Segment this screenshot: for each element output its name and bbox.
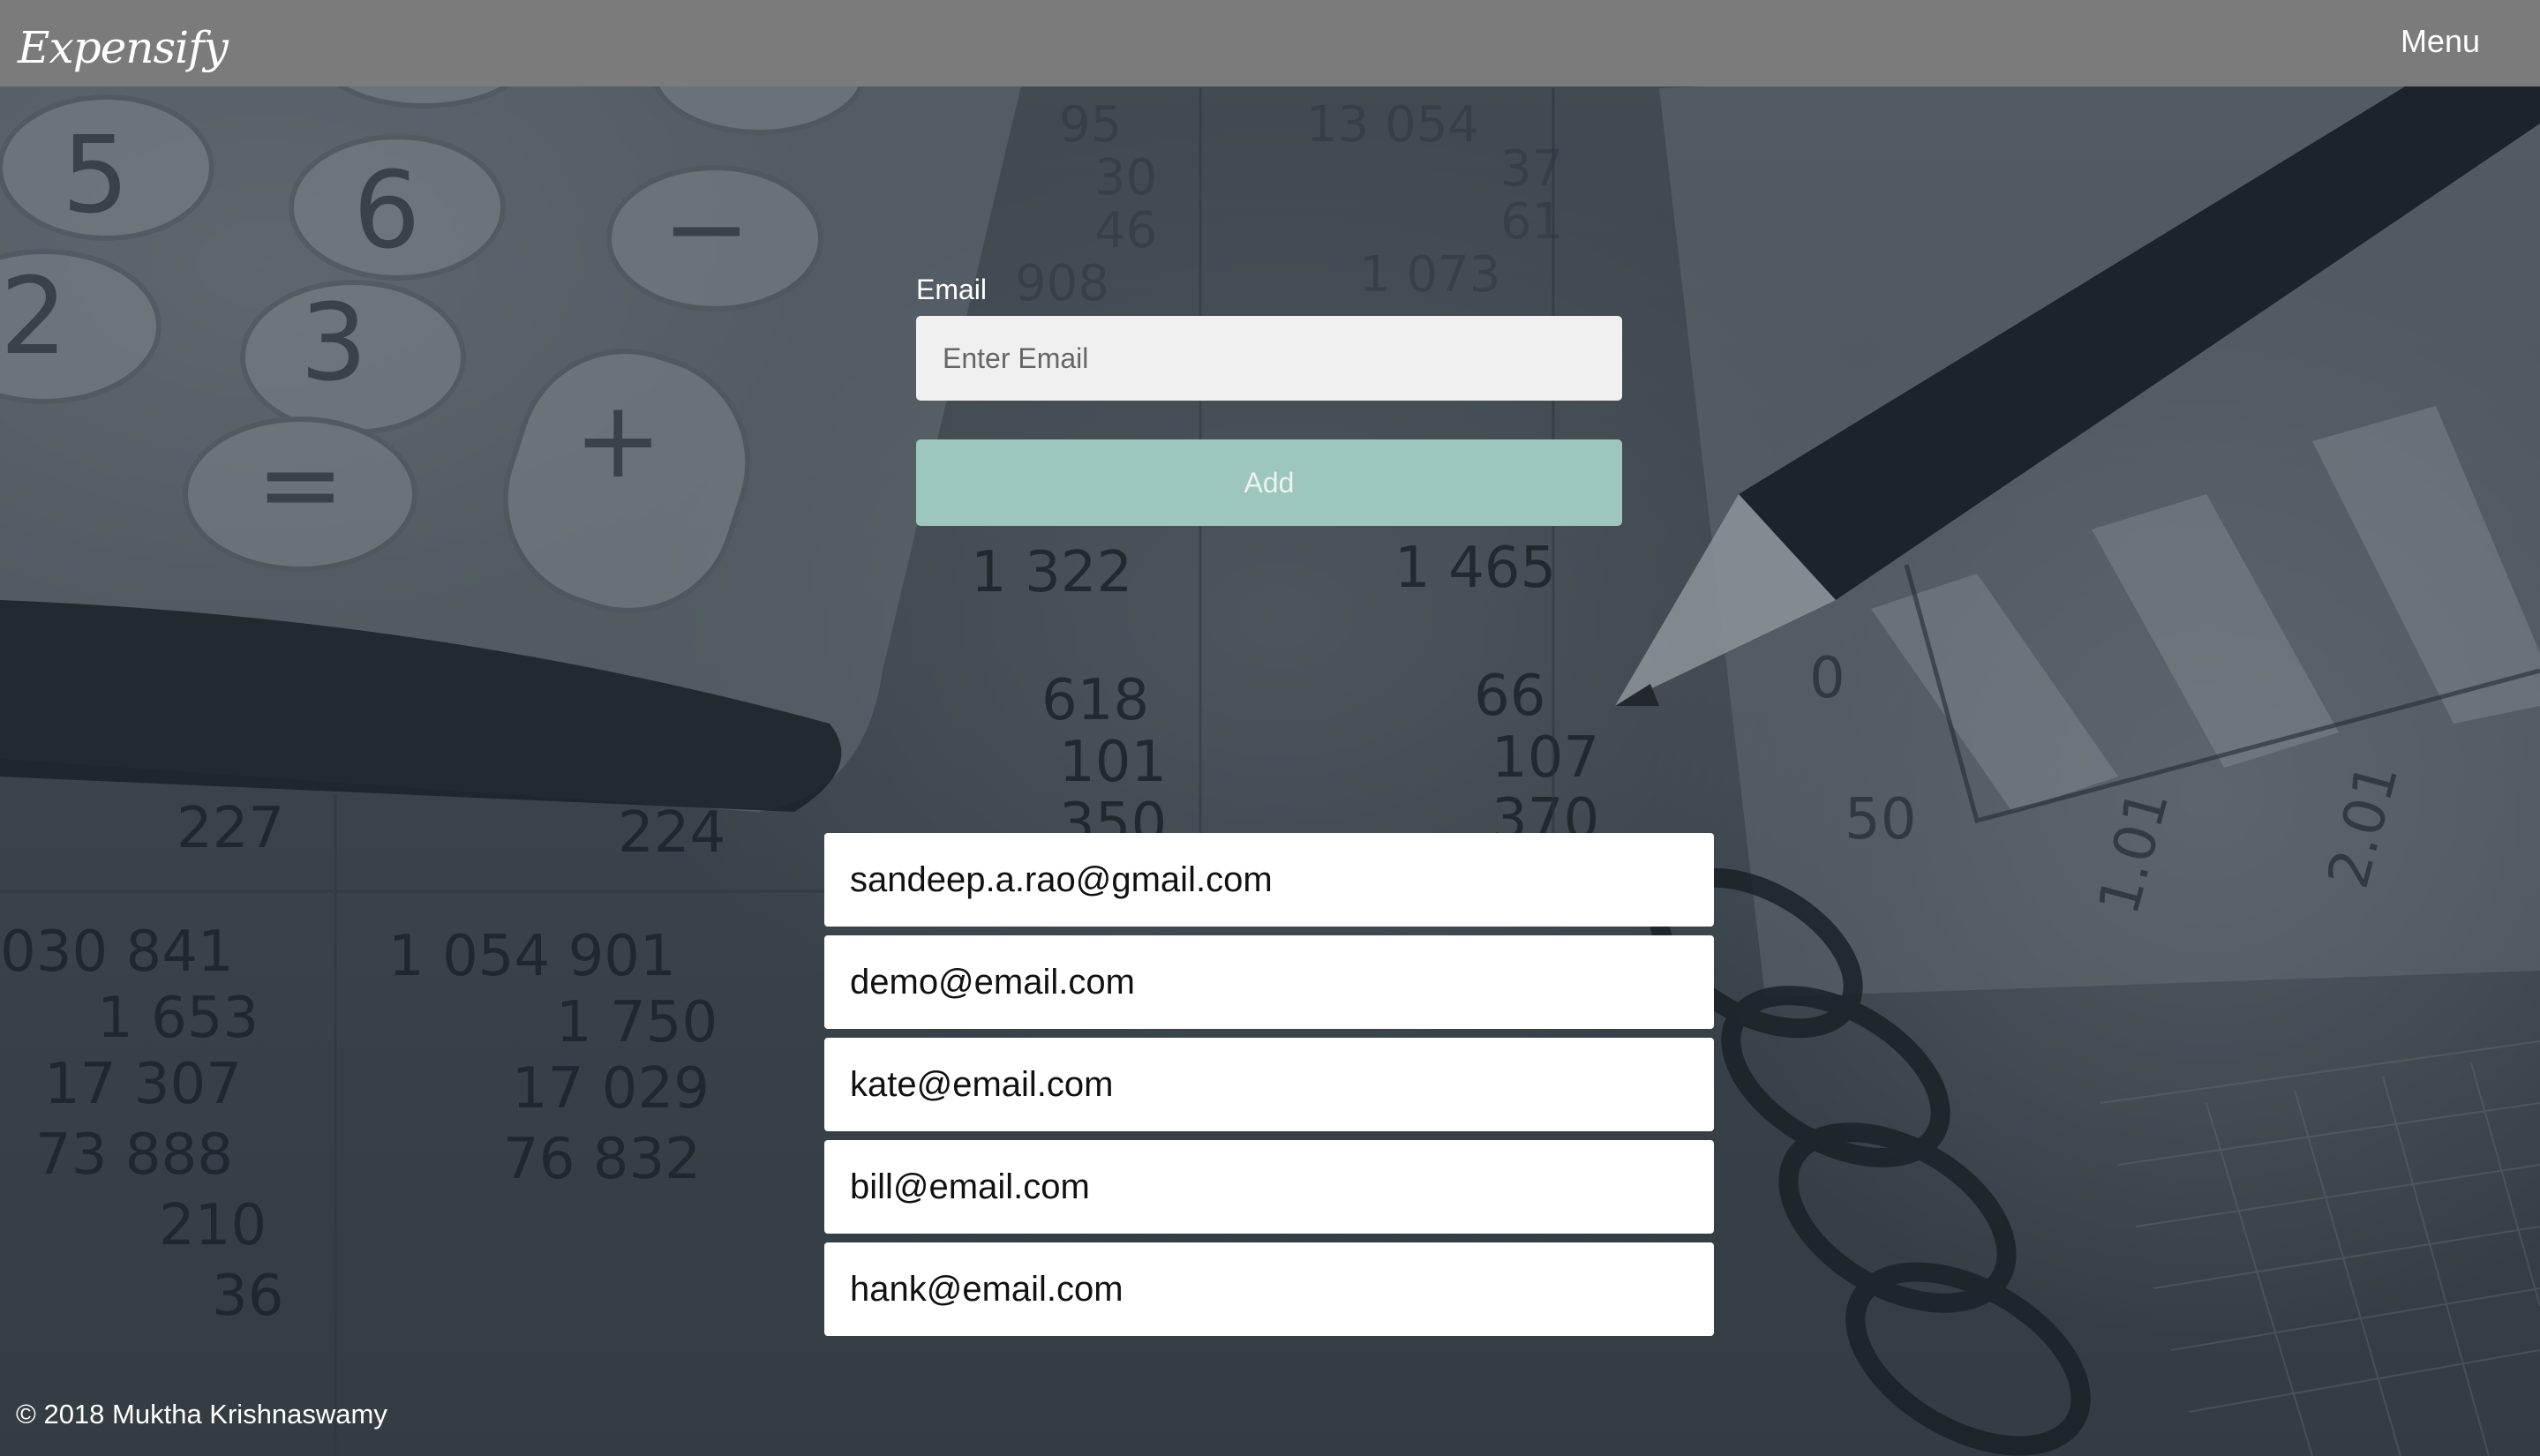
email-list-item[interactable]: hank@email.com (824, 1242, 1714, 1336)
email-list: sandeep.a.rao@gmail.com demo@email.com k… (824, 833, 1714, 1345)
email-list-item[interactable]: kate@email.com (824, 1038, 1714, 1131)
email-list-item[interactable]: bill@email.com (824, 1140, 1714, 1234)
add-button[interactable]: Add (916, 439, 1622, 526)
footer-copyright: © 2018 Muktha Krishnaswamy (16, 1399, 387, 1430)
email-list-item[interactable]: sandeep.a.rao@gmail.com (824, 833, 1714, 927)
top-header: Expensify Menu (0, 0, 2540, 86)
brand-logo[interactable]: Expensify (18, 22, 229, 73)
menu-button[interactable]: Menu (2401, 23, 2480, 60)
add-email-form: Email Add (916, 274, 1622, 526)
email-input[interactable] (916, 316, 1622, 401)
email-list-item[interactable]: demo@email.com (824, 935, 1714, 1029)
email-label: Email (916, 274, 988, 305)
